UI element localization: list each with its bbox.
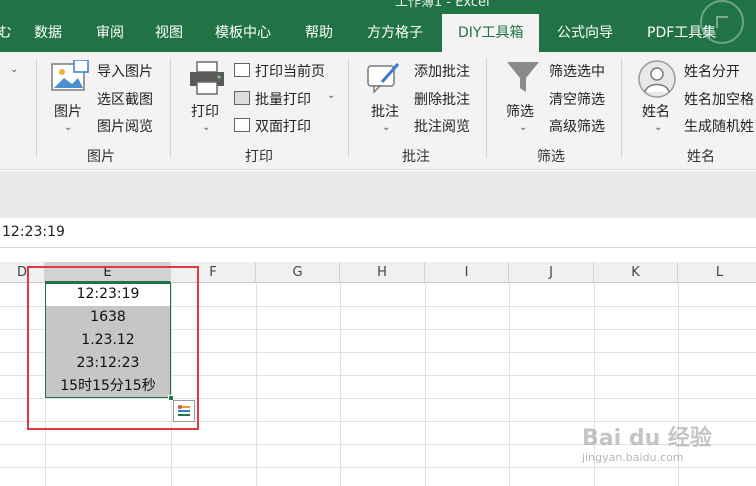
gridline [340, 283, 341, 486]
tab-review[interactable]: 审阅 [94, 14, 126, 52]
picture-icon [51, 60, 89, 91]
chevron-down-icon[interactable]: ⌄ [10, 64, 18, 75]
region-screenshot-button[interactable]: 选区截图 [97, 89, 153, 109]
chevron-down-icon: ⌄ [64, 122, 73, 133]
formula-bar[interactable]: 12:23:19 [0, 218, 756, 248]
brand-logo-icon [700, 0, 744, 44]
watermark-url: jingyan.baidu.com [582, 451, 684, 464]
tab-help[interactable]: 帮助 [303, 14, 335, 52]
filter-selected-button[interactable]: 筛选选中 [549, 61, 605, 81]
formula-content[interactable]: 12:23:19 [2, 224, 65, 240]
advanced-filter-button[interactable]: 高级筛选 [549, 116, 605, 136]
divider [348, 58, 349, 158]
delete-comment-button[interactable]: 删除批注 [414, 89, 470, 109]
clear-filter-button[interactable]: 清空筛选 [549, 89, 605, 109]
ribbon-tabs: む 数据 审阅 视图 模板中心 帮助 方方格子 DIY工具箱 公式向导 PDF工… [0, 0, 756, 52]
group-label-picture: 图片 [87, 149, 115, 165]
add-comment-button[interactable]: 添加批注 [414, 61, 470, 81]
printer-icon [190, 61, 224, 95]
tab-formula-wizard[interactable]: 公式向导 [555, 14, 615, 52]
funnel-icon [507, 62, 539, 92]
batch-print-icon [234, 91, 250, 105]
window-title: 工作簿1 - Excel [395, 0, 490, 10]
tab-view[interactable]: 视图 [153, 14, 185, 52]
print-current-page-button[interactable]: 打印当前页 [255, 61, 325, 81]
chevron-down-icon[interactable]: ⌄ [327, 90, 335, 101]
comment-button[interactable]: 批注 ⌄ [366, 60, 408, 140]
group-label-comment: 批注 [402, 149, 430, 165]
divider [36, 58, 37, 158]
chevron-down-icon: ⌄ [202, 122, 211, 133]
divider [170, 58, 171, 158]
split-name-button[interactable]: 姓名分开 [684, 61, 740, 81]
import-picture-button[interactable]: 导入图片 [97, 61, 153, 81]
comment-label: 批注 [371, 104, 399, 120]
name-add-space-button[interactable]: 姓名加空格 [684, 89, 754, 109]
watermark: Bai du 经验 jingyan.baidu.com [582, 420, 712, 464]
duplex-print-icon [234, 118, 250, 132]
print-label: 打印 [191, 104, 219, 120]
comment-preview-button[interactable]: 批注阅览 [414, 116, 470, 136]
group-label-filter: 筛选 [537, 149, 565, 165]
name-label: 姓名 [642, 104, 670, 120]
filter-button[interactable]: 筛选 ⌄ [503, 60, 545, 140]
gridline [509, 283, 510, 486]
column-header-k[interactable]: K [594, 262, 678, 283]
insert-picture-button[interactable]: 图片 ⌄ [48, 60, 90, 140]
comment-pen-icon [367, 63, 400, 94]
gridline [425, 283, 426, 486]
annotation-highlight-box [27, 266, 199, 430]
insert-picture-label: 图片 [54, 104, 82, 120]
ribbon-gap [0, 171, 756, 218]
name-button[interactable]: 姓名 ⌄ [638, 60, 680, 140]
chevron-down-icon: ⌄ [654, 122, 663, 133]
watermark-main: Bai du 经验 [582, 426, 712, 451]
gridline [0, 467, 756, 468]
duplex-print-button[interactable]: 双面打印 [255, 116, 311, 136]
filter-label: 筛选 [506, 104, 534, 120]
divider [621, 58, 622, 158]
tab-data[interactable]: 数据 [32, 14, 64, 52]
column-header-l[interactable]: L [678, 262, 756, 283]
divider [486, 58, 487, 158]
group-label-print: 打印 [245, 149, 273, 165]
picture-preview-button[interactable]: 图片阅览 [97, 116, 153, 136]
tab-fangfang[interactable]: 方方格子 [365, 14, 425, 52]
column-header-j[interactable]: J [509, 262, 594, 283]
chevron-down-icon: ⌄ [382, 122, 391, 133]
column-header-g[interactable]: G [256, 262, 340, 283]
print-page-icon [234, 63, 250, 77]
chevron-down-icon: ⌄ [519, 122, 528, 133]
tab-partial[interactable]: む [0, 14, 14, 52]
tab-template-center[interactable]: 模板中心 [213, 14, 273, 52]
person-icon [638, 60, 676, 98]
print-button[interactable]: 打印 ⌄ [186, 60, 228, 140]
ribbon: ⌄ 图片 ⌄ 导入图片 选区截图 图片阅览 图片 打印 ⌄ 打印当前页 批量打印… [0, 52, 756, 170]
gridline [256, 283, 257, 486]
tab-diy-toolbox[interactable]: DIY工具箱 [442, 14, 540, 52]
batch-print-button[interactable]: 批量打印 [255, 89, 311, 109]
group-label-name: 姓名 [687, 149, 715, 165]
column-header-h[interactable]: H [340, 262, 425, 283]
column-header-i[interactable]: I [425, 262, 509, 283]
title-bar: 工作簿1 - Excel [0, 0, 756, 14]
random-name-button[interactable]: 生成随机姓 [684, 116, 754, 136]
